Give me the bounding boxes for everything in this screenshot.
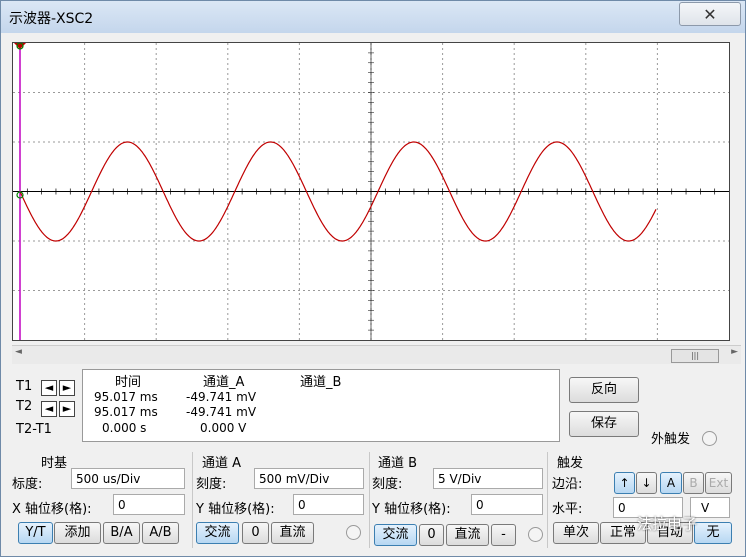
channel-b-ypos-label: Y 轴位移(格): <box>372 502 451 517</box>
timebase-scale-label: 标度: <box>12 477 43 492</box>
horizontal-scrollbar[interactable]: ◄ ||| ► <box>12 345 741 364</box>
falling-edge-icon: ↓ <box>641 476 652 490</box>
channel-a-ypos-field[interactable]: 0 <box>293 494 364 515</box>
edge-rising-button[interactable]: ↑ <box>614 472 635 494</box>
t2-right-button[interactable]: ► <box>59 401 75 417</box>
t2-time: 95.017 ms <box>94 405 158 419</box>
t2-channel-a: -49.741 mV <box>186 405 257 419</box>
divider <box>192 452 193 548</box>
channel-a-ac-button[interactable]: 交流 <box>196 522 239 544</box>
delta-time: 0.000 s <box>102 421 147 435</box>
mode-add-button[interactable]: 添加 <box>54 522 101 544</box>
channel-a-scale-label: 刻度: <box>196 477 227 492</box>
trigger-none-button[interactable]: 无 <box>694 522 732 544</box>
channel-b-radio[interactable] <box>528 527 543 542</box>
t1-right-button[interactable]: ► <box>59 380 75 396</box>
t2-label: T2 <box>16 399 33 414</box>
cursor-readout-table: 时间 通道_A 通道_B 95.017 ms -49.741 mV 95.017… <box>82 369 560 442</box>
center-axis <box>13 43 729 340</box>
channel-b-heading: 通道 B <box>378 456 418 471</box>
t2-left-button[interactable]: ◄ <box>41 401 57 417</box>
header-time: 时间 <box>115 375 142 390</box>
arrow-left-icon: ◄ <box>44 381 54 394</box>
t1-left-button[interactable]: ◄ <box>41 380 57 396</box>
t2t1-label: T2-T1 <box>16 422 52 437</box>
delta-channel-a: 0.000 V <box>200 421 247 435</box>
channel-a-ypos-label: Y 轴位移(格): <box>196 502 275 517</box>
channel-b-dc-button[interactable]: 直流 <box>446 524 489 546</box>
arrow-left-icon: ◄ <box>44 402 54 415</box>
t1-label: T1 <box>16 379 33 394</box>
edge-falling-button[interactable]: ↓ <box>636 472 657 494</box>
header-channel-b: 通道_B <box>300 375 342 390</box>
channel-b-ypos-field[interactable]: 0 <box>471 494 543 515</box>
reverse-button[interactable]: 反向 <box>569 377 639 403</box>
scroll-thumb[interactable]: ||| <box>671 349 719 363</box>
channel-b-scale-field[interactable]: 5 V/Div <box>433 468 543 489</box>
t1-time: 95.017 ms <box>94 390 158 404</box>
divider <box>547 452 548 548</box>
channel-b-invert-button[interactable]: - <box>491 524 516 546</box>
arrow-right-icon: ► <box>62 402 72 415</box>
cursor-t1-marker[interactable] <box>14 43 26 49</box>
oscilloscope-window: 示波器-XSC2 ✕ ◄ ||| ► T1 ◄ ► T2 ◄ ► T2-T1 时… <box>0 0 746 557</box>
title-bar: 示波器-XSC2 ✕ <box>1 1 745 33</box>
close-button[interactable]: ✕ <box>679 2 741 26</box>
ext-trigger-radio[interactable] <box>702 431 717 446</box>
scroll-right-icon[interactable]: ► <box>731 347 738 357</box>
divider <box>369 452 370 548</box>
header-channel-a: 通道_A <box>203 375 245 390</box>
ext-trigger-label: 外触发 <box>651 432 691 447</box>
channel-b-scale-label: 刻度: <box>372 477 403 492</box>
x-position-label: X 轴位移(格): <box>12 502 92 517</box>
scroll-left-icon[interactable]: ◄ <box>15 347 22 357</box>
x-position-field[interactable]: 0 <box>113 494 185 515</box>
channel-b-zero-button[interactable]: 0 <box>419 524 444 546</box>
trigger-heading: 触发 <box>557 456 584 471</box>
watermark-text: 法拉电子 <box>637 515 698 533</box>
trigger-single-button[interactable]: 单次 <box>553 522 599 544</box>
rising-edge-icon: ↑ <box>619 476 630 490</box>
channel-a-radio[interactable] <box>346 525 361 540</box>
arrow-right-icon: ► <box>62 381 72 394</box>
close-icon: ✕ <box>703 4 717 24</box>
channel-b-ac-button[interactable]: 交流 <box>374 524 417 546</box>
t1-channel-a: -49.741 mV <box>186 390 257 404</box>
timebase-heading: 时基 <box>41 456 68 471</box>
scope-display[interactable] <box>12 42 730 341</box>
channel-a-heading: 通道 A <box>202 456 242 471</box>
trigger-edge-label: 边沿: <box>552 477 583 492</box>
mode-yt-button[interactable]: Y/T <box>18 522 53 544</box>
timebase-scale-field[interactable]: 500 us/Div <box>71 468 185 489</box>
trigger-source-ext-button[interactable]: Ext <box>705 472 732 494</box>
channel-a-scale-field[interactable]: 500 mV/Div <box>254 468 364 489</box>
save-button[interactable]: 保存 <box>569 411 639 437</box>
channel-a-zero-button[interactable]: 0 <box>242 522 269 544</box>
window-title: 示波器-XSC2 <box>9 11 94 27</box>
channel-a-dc-button[interactable]: 直流 <box>271 522 314 544</box>
trigger-source-b-button[interactable]: B <box>683 472 704 494</box>
trigger-source-a-button[interactable]: A <box>660 472 682 494</box>
mode-ba-button[interactable]: B/A <box>103 522 140 544</box>
trigger-level-label: 水平: <box>552 502 583 517</box>
mode-ab-button[interactable]: A/B <box>142 522 179 544</box>
